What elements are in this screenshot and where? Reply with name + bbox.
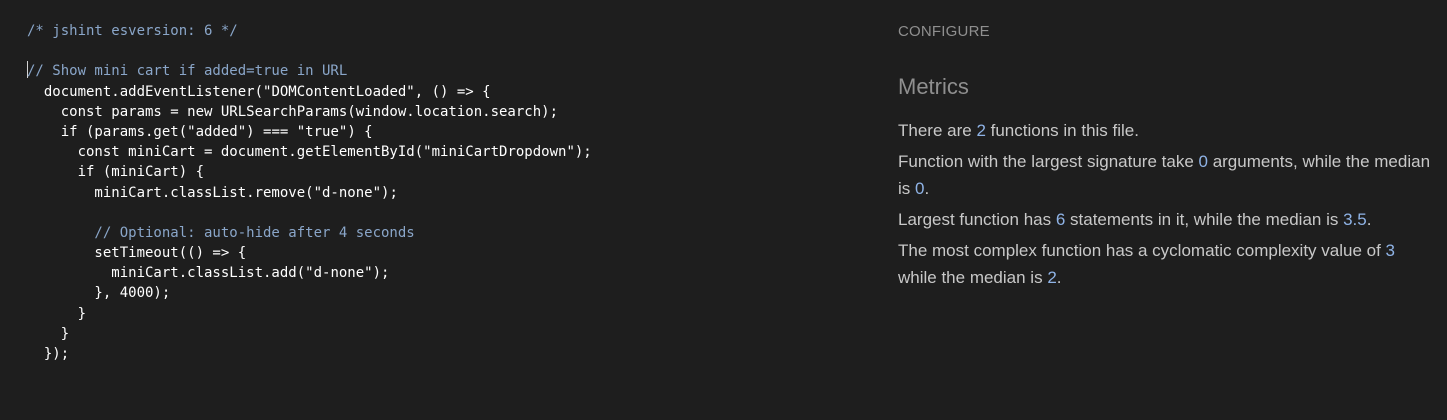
configure-link[interactable]: CONFIGURE — [898, 23, 990, 40]
metric-item: Function with the largest signature take… — [898, 148, 1433, 202]
metric-value: 2 — [1047, 268, 1057, 287]
metric-item: Largest function has 6 statements in it,… — [898, 206, 1433, 233]
jshint-app: /* jshint esversion: 6 */ // Show mini ca… — [0, 0, 1447, 420]
code-token-plain: const params = new URLSearchParams(windo… — [27, 103, 559, 120]
code-token-plain: } — [27, 325, 70, 342]
code-line: } — [27, 304, 592, 324]
code-line: miniCart.classList.add("d-none"); — [27, 263, 592, 283]
code-line: if (params.get("added") === "true") { — [27, 122, 592, 142]
code-token-plain: ) === — [246, 123, 297, 140]
code-token-plain: ); — [574, 144, 592, 161]
code-token-string: "d-none" — [305, 265, 373, 282]
code-token-plain: ); — [381, 184, 398, 201]
code-token-plain: miniCart.classList.add( — [27, 265, 306, 282]
metric-text: Largest function has — [898, 210, 1056, 229]
metric-text: while the median is — [898, 268, 1048, 287]
code-token-string: "true" — [296, 123, 348, 140]
code-token-string: "d-none" — [313, 184, 382, 201]
metric-value: 2 — [976, 121, 986, 140]
code-token-plain: const miniCart = document.getElementById… — [27, 144, 424, 161]
code-token-plain: , () => { — [414, 83, 491, 100]
metric-text: . — [1366, 210, 1372, 229]
metric-text: statements in it, while the median is — [1065, 210, 1344, 229]
code-token-comment: // Show mini cart if added=true in URL — [27, 63, 348, 80]
metrics-list: There are 2 functions in this file. Funct… — [898, 117, 1433, 295]
code-token-plain: }); — [27, 346, 70, 362]
code-token-string: "miniCartDropdown" — [423, 144, 575, 161]
code-token-plain: }, 4000); — [27, 285, 171, 302]
code-line: } — [27, 324, 592, 344]
code-token-plain: document.addEventListener( — [27, 83, 264, 100]
code-token-plain: } — [27, 305, 87, 322]
metric-text: There are — [898, 121, 977, 140]
metric-value: 3.5 — [1343, 210, 1367, 229]
metric-text: . — [924, 179, 930, 198]
code-line: const params = new URLSearchParams(windo… — [27, 102, 592, 122]
metric-text: . — [1056, 268, 1062, 287]
code-line: /* jshint esversion: 6 */ — [27, 21, 592, 41]
code-line: // Optional: auto-hide after 4 seconds — [27, 223, 592, 243]
metric-text: The most complex function has a cyclomat… — [898, 241, 1386, 260]
metric-text: functions in this file. — [985, 121, 1139, 140]
code-token-plain: ) { — [347, 123, 373, 140]
code-editor[interactable]: /* jshint esversion: 6 */ // Show mini ca… — [0, 0, 870, 420]
code-line: }, 4000); — [27, 283, 592, 303]
code-line: setTimeout(() => { — [27, 243, 592, 263]
metric-value: 0 — [1198, 152, 1208, 171]
metric-value: 6 — [1055, 210, 1066, 229]
metrics-heading: Metrics — [898, 74, 969, 99]
metric-item: The most complex function has a cyclomat… — [898, 237, 1433, 291]
code-line: document.addEventListener("DOMContentLoa… — [27, 82, 592, 102]
code-line: }); — [27, 344, 592, 364]
metric-text: Function with the largest signature take — [898, 152, 1199, 171]
code-line: // Show mini cart if added=true in URL — [27, 61, 592, 81]
code-token-plain: if (miniCart) { — [27, 164, 205, 181]
metric-item: There are 2 functions in this file. — [898, 117, 1433, 144]
code-token-plain: miniCart.classList.remove( — [27, 184, 314, 201]
code-token-string: "added" — [187, 123, 247, 140]
metrics-panel: CONFIGURE Metrics There are 2 functions … — [870, 0, 1447, 420]
code-token-string: "DOMContentLoaded" — [263, 83, 415, 100]
code-token-comment: // Optional: auto-hide after 4 seconds — [27, 224, 415, 241]
code-line: const miniCart = document.getElementById… — [27, 142, 592, 162]
code-content[interactable]: /* jshint esversion: 6 */ // Show mini ca… — [27, 21, 592, 364]
code-token-plain: setTimeout(() => { — [27, 245, 247, 262]
code-line: if (miniCart) { — [27, 162, 592, 182]
metric-value: 3 — [1385, 241, 1396, 260]
code-token-comment: /* jshint esversion: 6 */ — [27, 23, 238, 39]
code-token-plain: if (params.get( — [27, 123, 188, 140]
code-token-plain: ); — [372, 265, 390, 282]
code-line: miniCart.classList.remove("d-none"); — [27, 183, 592, 203]
